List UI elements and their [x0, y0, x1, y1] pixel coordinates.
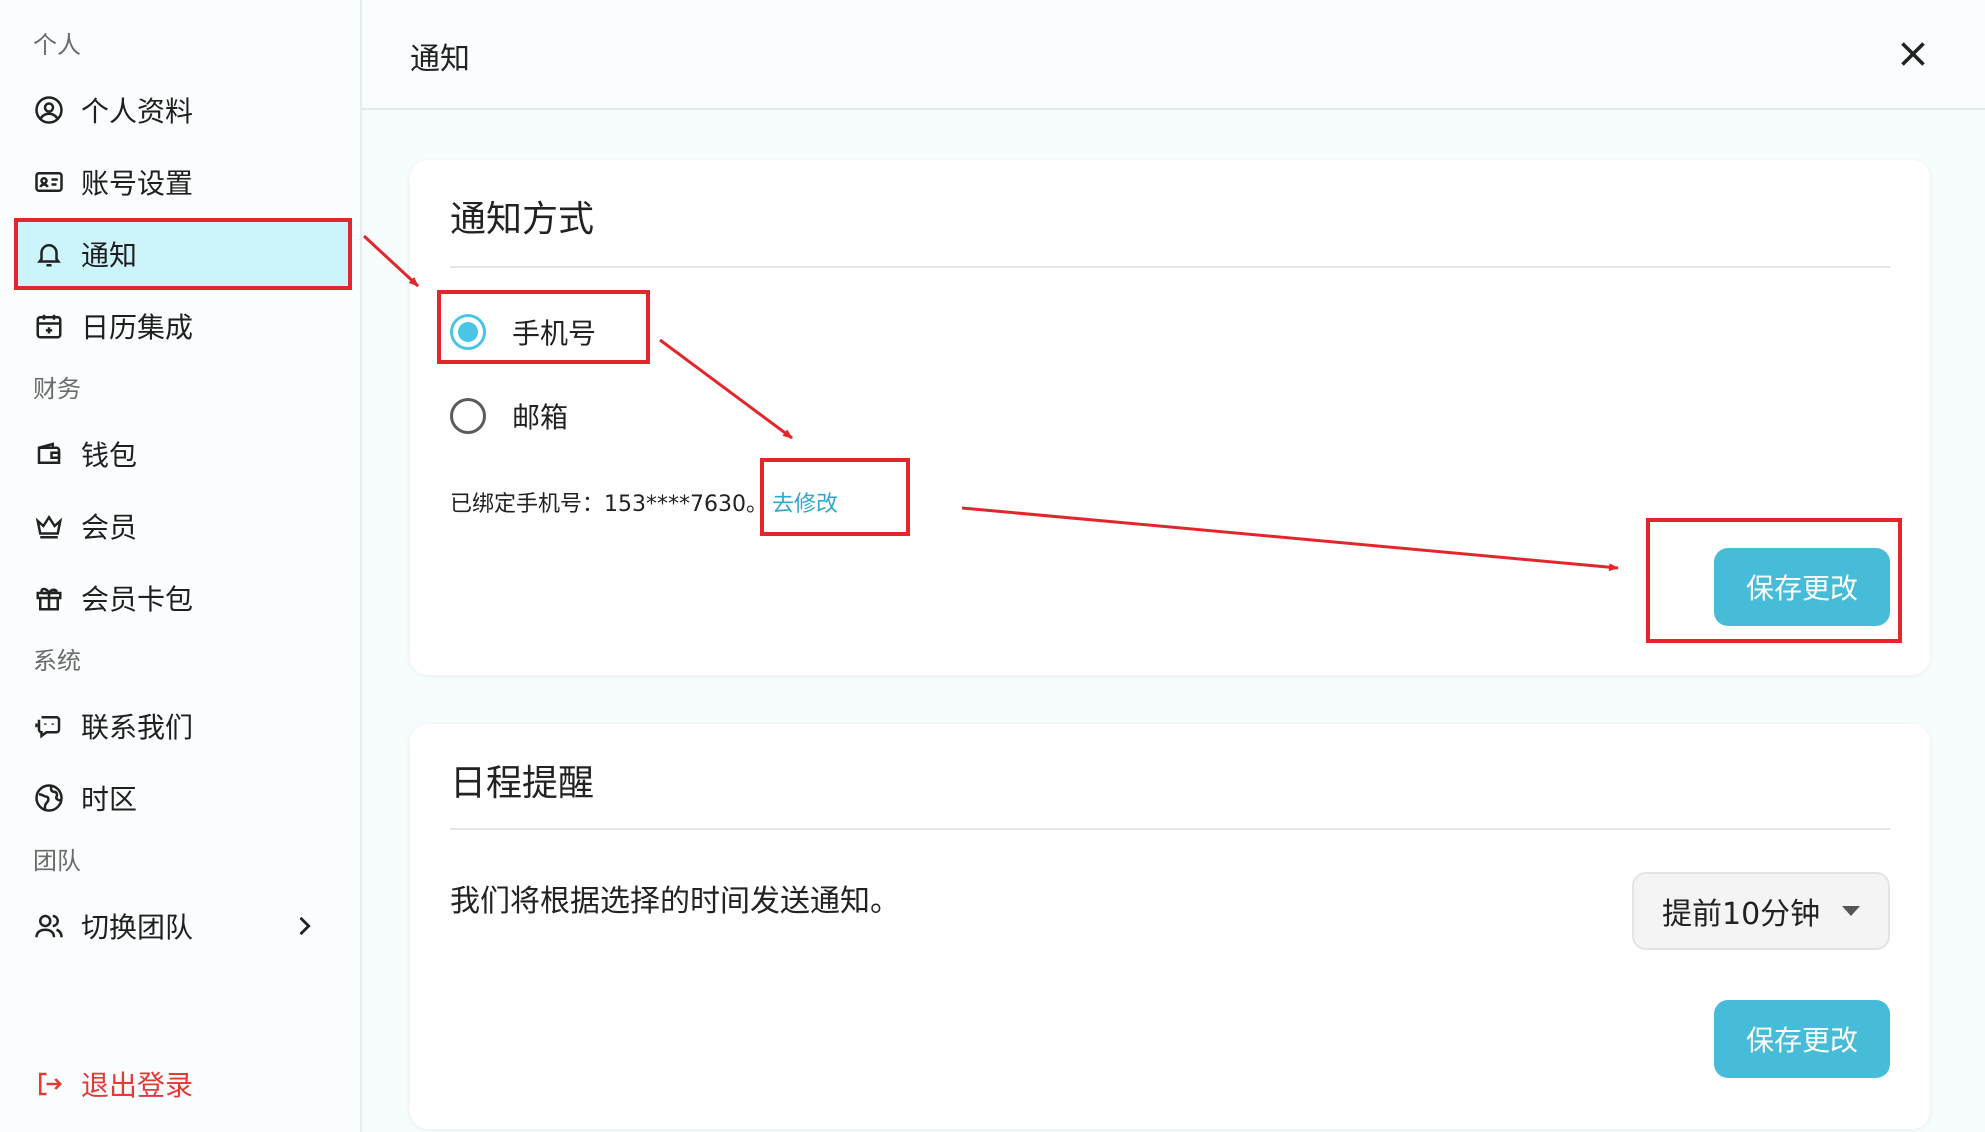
notify-method-card: 通知方式 手机号 邮箱 已绑定手机号：153****7630。 去修改 保存更改 — [410, 160, 1930, 675]
sidebar-item-contact[interactable]: 联系我们 — [14, 692, 348, 760]
id-card-icon — [33, 166, 65, 198]
radio-circle[interactable] — [450, 398, 486, 434]
main-panel: 通知 通知方式 手机号 邮箱 已绑定手机号：153****7630。 去修改 保存… — [362, 0, 1985, 1132]
divider — [450, 266, 1890, 268]
close-icon[interactable] — [1895, 36, 1931, 72]
sidebar-item-label: 退出登录 — [81, 1069, 194, 1102]
bound-phone-text: 已绑定手机号：153****7630。 去修改 — [450, 486, 838, 518]
sidebar-item-member-cards[interactable]: 会员卡包 — [14, 564, 348, 632]
sidebar-item-label: 时区 — [81, 783, 138, 816]
radio-label: 邮箱 — [512, 401, 569, 434]
schedule-reminder-card: 日程提醒 我们将根据选择的时间发送通知。 提前10分钟 保存更改 — [410, 724, 1930, 1129]
sidebar-item-membership[interactable]: 会员 — [14, 492, 348, 560]
sidebar-item-logout[interactable]: 退出登录 — [14, 1050, 348, 1118]
sidebar-item-notifications[interactable]: 通知 — [14, 220, 348, 288]
sidebar-item-account[interactable]: 账号设置 — [14, 148, 348, 216]
section-label-team: 团队 — [33, 847, 81, 875]
card-title: 通知方式 — [450, 199, 595, 240]
modify-link[interactable]: 去修改 — [772, 492, 838, 517]
radio-label: 手机号 — [512, 317, 597, 350]
sidebar-item-switch-team[interactable]: 切换团队 — [14, 892, 348, 960]
reminder-time-select[interactable]: 提前10分钟 — [1632, 872, 1890, 950]
caret-down-icon — [1842, 906, 1860, 916]
radio-email[interactable]: 邮箱 — [450, 396, 568, 436]
sidebar-item-label: 会员卡包 — [81, 583, 194, 616]
sidebar-item-label: 会员 — [81, 511, 138, 544]
section-label-personal: 个人 — [33, 31, 81, 59]
bound-phone-label: 已绑定手机号：153****7630。 — [450, 492, 768, 517]
wallet-icon — [33, 438, 65, 470]
chat-bot-icon — [33, 710, 65, 742]
page-title: 通知 — [410, 42, 470, 77]
sidebar-item-label: 联系我们 — [81, 711, 194, 744]
user-circle-icon — [33, 94, 65, 126]
radio-phone[interactable]: 手机号 — [450, 312, 596, 352]
sidebar-item-label: 账号设置 — [81, 167, 194, 200]
logout-icon — [33, 1068, 65, 1100]
settings-window: 个人 个人资料 账号设置 通知 日历集成 财务 钱包 会员 会员卡包 系统 联系… — [0, 0, 1985, 1132]
sidebar-item-label: 切换团队 — [81, 911, 194, 944]
chevron-right-icon — [299, 916, 311, 936]
calendar-plus-icon — [33, 310, 65, 342]
sidebar-item-profile[interactable]: 个人资料 — [14, 76, 348, 144]
save-button[interactable]: 保存更改 — [1714, 1000, 1890, 1078]
bell-icon — [33, 238, 65, 270]
sidebar-item-label: 钱包 — [81, 439, 138, 472]
reminder-description: 我们将根据选择的时间发送通知。 — [450, 884, 900, 919]
globe-icon — [33, 782, 65, 814]
sidebar-item-label: 通知 — [81, 239, 138, 272]
select-value: 提前10分钟 — [1662, 897, 1821, 932]
crown-icon — [33, 510, 65, 542]
sidebar-item-timezone[interactable]: 时区 — [14, 764, 348, 832]
users-icon — [33, 910, 65, 942]
save-button[interactable]: 保存更改 — [1714, 548, 1890, 626]
sidebar: 个人 个人资料 账号设置 通知 日历集成 财务 钱包 会员 会员卡包 系统 联系… — [0, 0, 362, 1132]
radio-circle-checked[interactable] — [450, 314, 486, 350]
card-title: 日程提醒 — [450, 763, 595, 804]
section-label-system: 系统 — [33, 647, 81, 675]
sidebar-item-calendar[interactable]: 日历集成 — [14, 292, 348, 360]
sidebar-item-label: 个人资料 — [81, 95, 194, 128]
gift-icon — [33, 582, 65, 614]
divider — [450, 828, 1890, 830]
sidebar-item-wallet[interactable]: 钱包 — [14, 420, 348, 488]
main-header: 通知 — [362, 0, 1985, 110]
section-label-finance: 财务 — [33, 375, 81, 403]
sidebar-item-label: 日历集成 — [81, 311, 194, 344]
